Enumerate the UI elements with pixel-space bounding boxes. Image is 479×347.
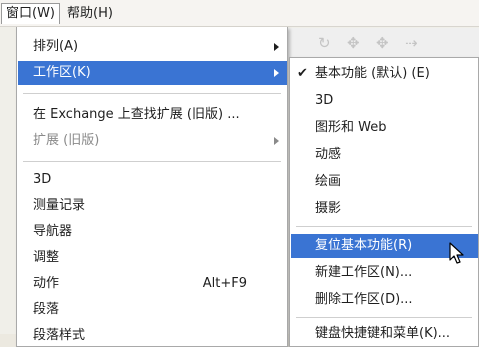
menu-item-find-extensions[interactable]: 在 Exchange 上查找扩展 (旧版) ... [18,103,287,127]
move-icon: ✥ [376,34,389,52]
window-menu: 排列(A) 工作区(K) 在 Exchange 上查找扩展 (旧版) ... 扩… [16,27,288,347]
menu-separator [23,93,281,94]
submenu-arrow-icon [274,69,279,77]
menu-item-label: 导航器 [33,224,73,239]
menu-item-label: 测量记录 [33,198,86,213]
menu-separator [23,161,281,162]
menu-help[interactable]: 帮助(H) [63,3,117,24]
menu-item-label: 复位基本功能(R) [315,238,413,253]
menu-separator [296,317,472,318]
menu-item-label: 基本功能 (默认) (E) [315,66,430,81]
menu-item-measurement-log[interactable]: 测量记录 [18,194,287,218]
slide-icon: ⇢ [405,34,418,52]
menu-separator [296,226,472,227]
menu-item-paragraph-styles[interactable]: 段落样式 [18,324,287,347]
submenu-arrow-icon [274,137,279,145]
menu-item-label: 删除工作区(D)... [315,292,413,307]
menu-item-label: 段落样式 [33,328,86,343]
submenu-item-photography[interactable]: 摄影 [291,197,478,221]
submenu-item-keyboard-shortcuts[interactable]: 键盘快捷键和菜单(K)... [291,322,478,346]
menu-item-actions[interactable]: 动作 Alt+F9 [18,272,287,296]
submenu-item-delete-workspace[interactable]: 删除工作区(D)... [291,288,478,312]
menu-item-label: 工作区(K) [33,65,91,80]
menu-item-extensions-legacy[interactable]: 扩展 (旧版) [18,129,287,153]
submenu-item-motion[interactable]: 动感 [291,143,478,167]
rotate-view-icon: ↻ [318,34,331,52]
menu-item-label: 键盘快捷键和菜单(K)... [315,326,451,341]
menu-item-paragraph[interactable]: 段落 [18,298,287,322]
workspace-submenu: ✔ 基本功能 (默认) (E) 3D 图形和 Web 动感 绘画 摄影 复位基本… [289,57,479,347]
checkmark-icon: ✔ [297,66,308,81]
menu-item-label: 图形和 Web [315,120,387,135]
menu-item-label: 排列(A) [33,39,79,54]
menu-window[interactable]: 窗口(W) [1,3,60,24]
menu-item-label: 动感 [315,147,342,162]
menu-item-label: 3D [315,93,334,108]
submenu-arrow-icon [274,43,279,51]
menu-item-adjustments[interactable]: 调整 [18,246,287,270]
menu-item-workspace[interactable]: 工作区(K) [18,61,287,85]
menu-item-label: 动作 [33,276,60,291]
submenu-item-essentials[interactable]: ✔ 基本功能 (默认) (E) [291,62,478,86]
mouse-pointer-icon [449,242,464,264]
menu-item-navigator[interactable]: 导航器 [18,220,287,244]
menu-item-3d[interactable]: 3D [18,168,287,192]
menu-item-shortcut: Alt+F9 [202,276,247,291]
menu-item-label: 在 Exchange 上查找扩展 (旧版) ... [33,107,240,122]
menu-item-label: 扩展 (旧版) [33,133,100,148]
submenu-item-painting[interactable]: 绘画 [291,170,478,194]
pan-icon: ✥ [347,34,360,52]
menu-item-label: 绘画 [315,174,342,189]
menu-item-label: 3D [33,172,52,187]
submenu-item-3d[interactable]: 3D [291,89,478,113]
menu-item-label: 新建工作区(N)... [315,265,413,280]
submenu-item-graphic-web[interactable]: 图形和 Web [291,116,478,140]
menu-item-label: 段落 [33,302,60,317]
menu-item-arrange[interactable]: 排列(A) [18,35,287,59]
menubar: 窗口(W) 帮助(H) [0,0,479,27]
menu-item-label: 摄影 [315,201,342,216]
menu-item-label: 调整 [33,250,60,265]
